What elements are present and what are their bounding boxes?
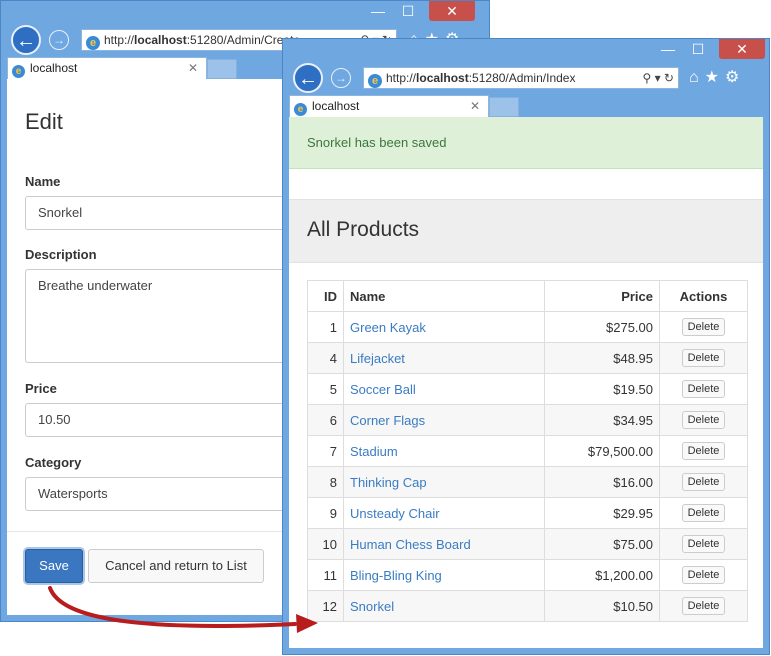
red-arrow-annotation <box>48 586 318 633</box>
